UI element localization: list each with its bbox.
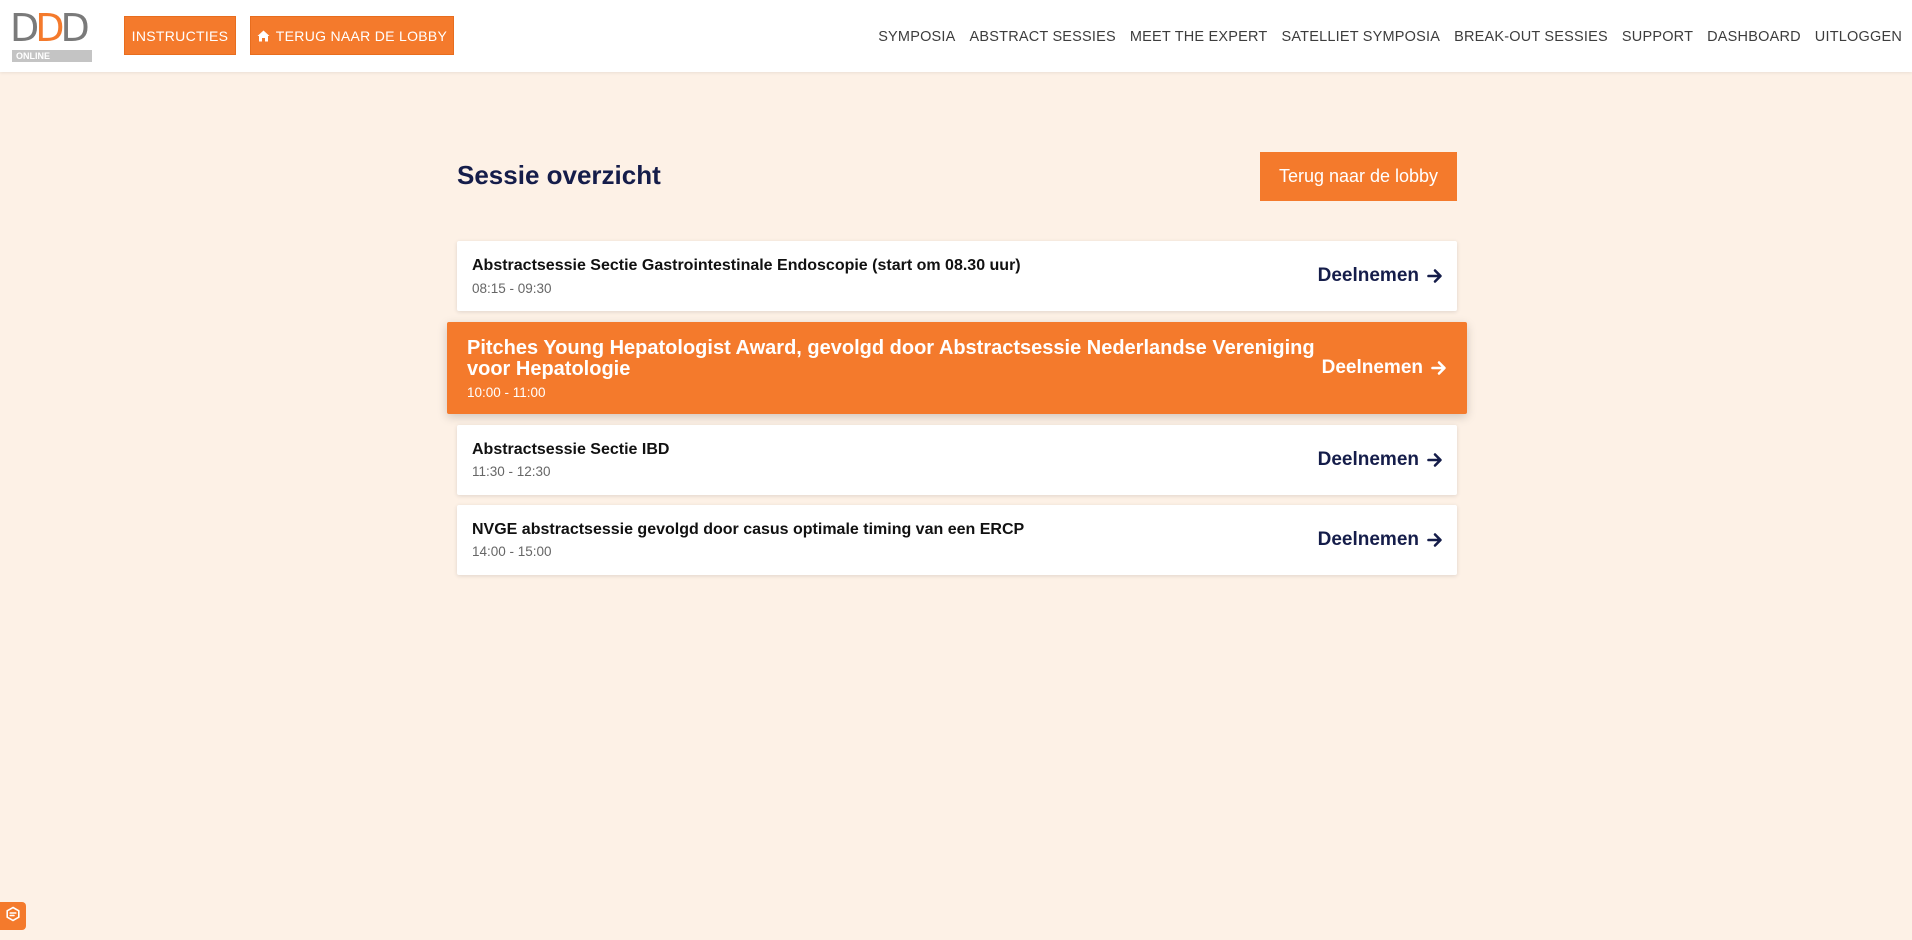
session-title: Pitches Young Hepatologist Award, gevolg… [467, 337, 1315, 380]
join-button[interactable]: Deelnemen [1318, 449, 1443, 471]
logo-letters: DDD [10, 6, 90, 50]
session-card[interactable]: Abstractsessie Sectie IBD 11:30 - 12:30 … [457, 425, 1457, 495]
join-label: Deelnemen [1317, 529, 1419, 550]
back-to-lobby-button[interactable]: Terug naar de lobby [1260, 152, 1457, 201]
session-card[interactable]: NVGE abstractsessie gevolgd door casus o… [457, 505, 1457, 575]
nav-item-symposia[interactable]: SYMPOSIA [878, 27, 955, 47]
nav-item-support[interactable]: SUPPORT [1622, 27, 1693, 47]
join-label: Deelnemen [1317, 449, 1419, 470]
nav-item-break-out-sessies[interactable]: BREAK-OUT SESSIES [1454, 27, 1608, 47]
instructies-label: INSTRUCTIES [131, 27, 229, 44]
session-title: Abstractsessie Sectie IBD [472, 441, 670, 458]
back-to-lobby-top-button[interactable]: TERUG NAAR DE LOBBY [250, 16, 454, 55]
session-title: NVGE abstractsessie gevolgd door casus o… [472, 521, 1025, 538]
join-button[interactable]: Deelnemen [1318, 529, 1443, 551]
session-time: 14:00 - 15:00 [472, 544, 552, 559]
main-nav: SYMPOSIA ABSTRACT SESSIES MEET THE EXPER… [878, 27, 1902, 47]
nav-item-meet-the-expert[interactable]: MEET THE EXPERT [1130, 27, 1268, 47]
join-label: Deelnemen [1321, 357, 1423, 378]
chat-icon [5, 906, 21, 927]
instructies-button[interactable]: INSTRUCTIES [124, 16, 236, 55]
page-title: Sessie overzicht [457, 160, 661, 190]
join-button[interactable]: Deelnemen [1318, 265, 1443, 287]
ddd-online-logo[interactable]: DDD ONLINE [10, 8, 94, 62]
arrow-right-icon [1427, 452, 1443, 468]
back-to-lobby-label: Terug naar de lobby [1278, 166, 1439, 186]
session-time: 08:15 - 09:30 [472, 281, 552, 296]
session-time: 11:30 - 12:30 [472, 464, 551, 479]
back-to-lobby-top-label: TERUG NAAR DE LOBBY [275, 27, 448, 44]
home-icon [257, 30, 270, 42]
session-card-highlighted[interactable]: Pitches Young Hepatologist Award, gevolg… [447, 322, 1467, 414]
join-button[interactable]: Deelnemen [1322, 357, 1447, 379]
nav-item-dashboard[interactable]: DASHBOARD [1707, 27, 1801, 47]
nav-item-satelliet-symposia[interactable]: SATELLIET SYMPOSIA [1281, 27, 1440, 47]
chat-widget-button[interactable] [0, 902, 26, 930]
arrow-right-icon [1427, 268, 1443, 284]
nav-item-abstract-sessies[interactable]: ABSTRACT SESSIES [970, 27, 1116, 47]
session-card[interactable]: Abstractsessie Sectie Gastrointestinale … [457, 241, 1457, 311]
join-label: Deelnemen [1317, 265, 1419, 286]
logo-subtitle: ONLINE [12, 50, 92, 62]
arrow-right-icon [1431, 360, 1447, 376]
top-navbar: DDD ONLINE INSTRUCTIES TERUG NAAR DE LOB… [0, 0, 1912, 72]
nav-item-uitloggen[interactable]: UITLOGGEN [1815, 27, 1902, 47]
session-time: 10:00 - 11:00 [467, 385, 546, 400]
session-title: Abstractsessie Sectie Gastrointestinale … [472, 257, 1021, 274]
arrow-right-icon [1427, 532, 1443, 548]
